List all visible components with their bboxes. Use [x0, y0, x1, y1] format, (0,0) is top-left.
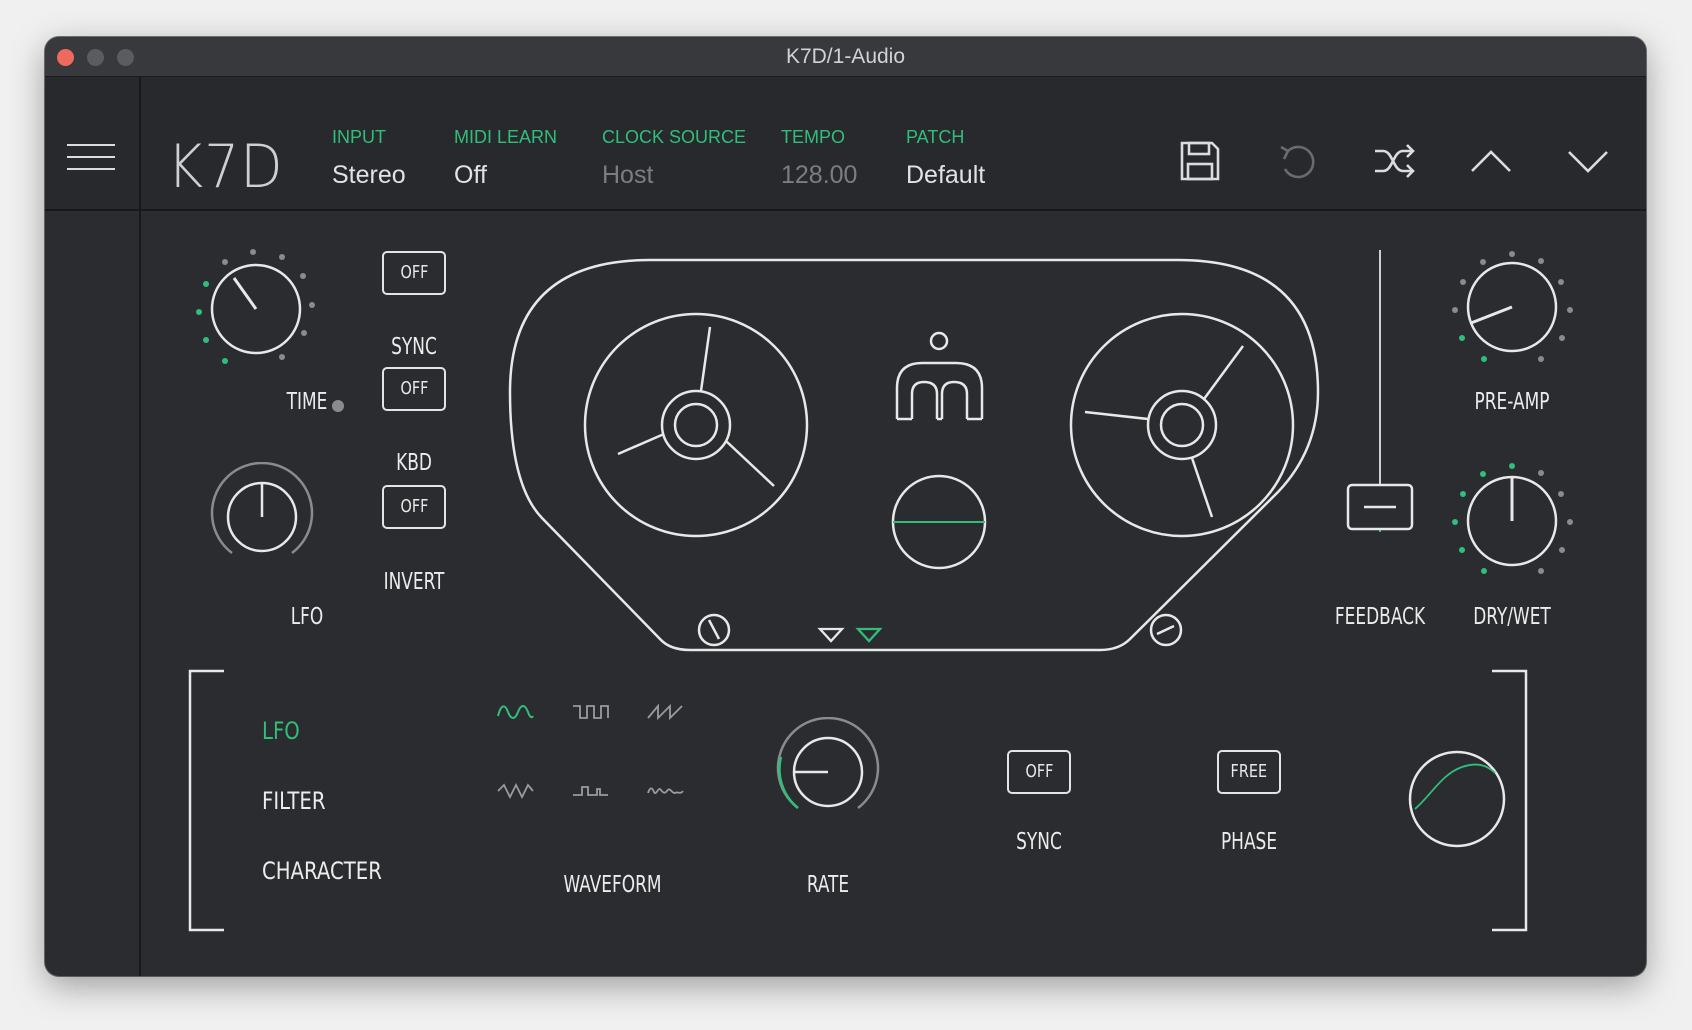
sine-wave-icon[interactable]	[495, 700, 535, 724]
random-wave-icon[interactable]	[645, 779, 685, 803]
rate-knob[interactable]	[773, 717, 883, 827]
tab-character[interactable]: CHARACTER	[262, 857, 382, 885]
lfo-sync-label: SYNC	[1016, 829, 1062, 855]
triangle-wave-icon[interactable]	[495, 779, 535, 803]
lfo-curve-display	[1408, 750, 1506, 848]
lfo-sync-toggle-button[interactable]: OFF	[1007, 750, 1071, 794]
square-wave-icon[interactable]	[570, 700, 610, 724]
pulse-wave-icon[interactable]	[570, 779, 610, 803]
modulation-panel-frame	[188, 669, 1528, 932]
phase-toggle-button[interactable]: FREE	[1217, 750, 1281, 794]
waveform-label: WAVEFORM	[563, 872, 662, 898]
phase-label: PHASE	[1220, 829, 1278, 855]
tab-lfo[interactable]: LFO	[262, 717, 300, 745]
rate-label: RATE	[806, 872, 850, 898]
tab-filter[interactable]: FILTER	[262, 787, 326, 815]
saw-wave-icon[interactable]	[645, 700, 685, 724]
plugin-window: K7D/1-Audio K7D INPUT Stereo MIDI LEARN …	[45, 37, 1646, 976]
